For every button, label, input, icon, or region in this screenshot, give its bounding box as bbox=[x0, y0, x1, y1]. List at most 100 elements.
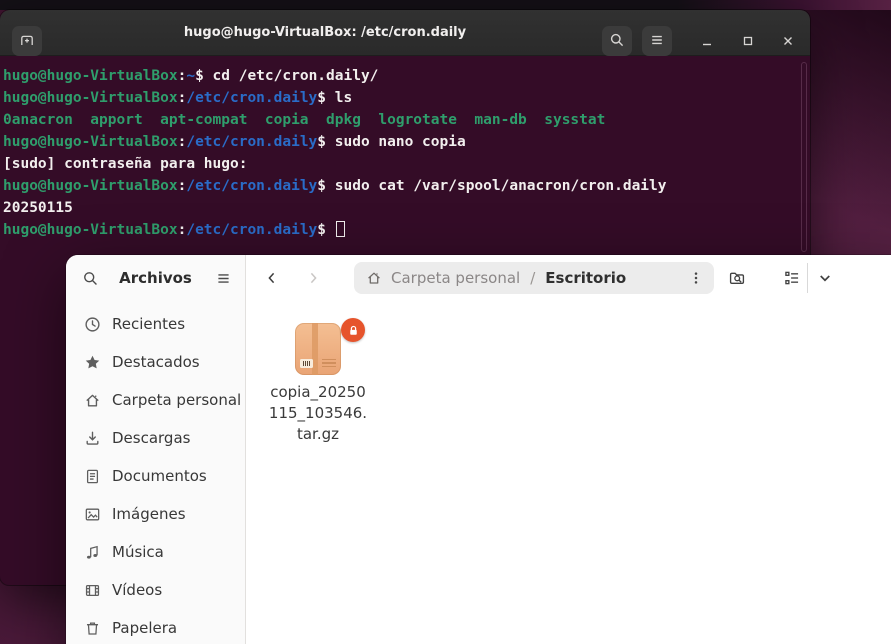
terminal-text-segment: /etc/cron.daily bbox=[186, 178, 318, 194]
new-tab-button[interactable] bbox=[12, 26, 42, 56]
screen-top-edge bbox=[0, 0, 891, 10]
list-view-icon bbox=[785, 271, 799, 285]
file-name-line: tar.gz bbox=[296, 425, 340, 443]
sidebar-item-label: Imágenes bbox=[112, 505, 186, 523]
sidebar-item-label: Documentos bbox=[112, 467, 207, 485]
terminal-titlebar[interactable]: hugo@hugo-VirtualBox: /etc/cron.daily bbox=[0, 10, 810, 56]
terminal-text-segment: hugo@hugo-VirtualBox bbox=[3, 222, 178, 238]
terminal-text-segment: hugo@hugo-VirtualBox bbox=[3, 68, 178, 84]
files-content-area[interactable]: copia_20250 115_103546. tar.gz bbox=[247, 301, 891, 644]
terminal-scrollbar[interactable] bbox=[801, 62, 807, 252]
sidebar-item-descargas[interactable]: Descargas bbox=[66, 419, 245, 457]
archive-barcode bbox=[300, 359, 313, 368]
lock-emblem-icon bbox=[341, 318, 365, 342]
terminal-menu-button[interactable] bbox=[642, 26, 672, 56]
file-name-line: 115_103546. bbox=[268, 404, 368, 422]
sidebar-item-label: Música bbox=[112, 543, 164, 561]
terminal-line: hugo@hugo-VirtualBox:/etc/cron.daily$ ls bbox=[3, 87, 808, 109]
new-tab-icon bbox=[19, 32, 35, 51]
terminal-search-button[interactable] bbox=[602, 26, 632, 56]
back-button[interactable] bbox=[262, 268, 282, 288]
terminal-maximize-button[interactable] bbox=[738, 31, 758, 51]
trash-icon bbox=[84, 620, 101, 637]
files-menu-button[interactable] bbox=[213, 268, 233, 288]
terminal-text-segment: $ sudo nano copia bbox=[317, 134, 466, 150]
sidebar-item-papelera[interactable]: Papelera bbox=[66, 609, 245, 644]
terminal-line: hugo@hugo-VirtualBox:/etc/cron.daily$ su… bbox=[3, 131, 808, 153]
search-current-folder-button[interactable] bbox=[727, 268, 747, 288]
sidebar-item-label: Papelera bbox=[112, 619, 178, 637]
sidebar-item-m-sica[interactable]: Música bbox=[66, 533, 245, 571]
downloads-icon bbox=[84, 430, 101, 447]
sidebar-item-label: Carpeta personal bbox=[112, 391, 242, 409]
sidebar-item-label: Descargas bbox=[112, 429, 191, 447]
sidebar-item-label: Recientes bbox=[112, 315, 186, 333]
terminal-line: hugo@hugo-VirtualBox:/etc/cron.daily$ bbox=[3, 219, 808, 241]
terminal-text-segment: [sudo] contraseña para hugo: bbox=[3, 156, 248, 172]
home-icon bbox=[84, 392, 101, 409]
sidebar-list: Recientes Destacados Carpeta personal Desca… bbox=[66, 305, 245, 644]
chevron-down-icon bbox=[820, 275, 830, 282]
documents-icon bbox=[84, 468, 101, 485]
file-manager-window: Archivos Recientes Destacados Carpeta pers… bbox=[66, 255, 891, 644]
folder-search-icon bbox=[729, 272, 745, 284]
terminal-text-segment: $ ls bbox=[317, 90, 353, 106]
sidebar-item-destacados[interactable]: Destacados bbox=[66, 343, 245, 381]
search-icon bbox=[609, 32, 625, 51]
file-item[interactable]: copia_20250 115_103546. tar.gz bbox=[263, 313, 373, 445]
terminal-text-segment: hugo@hugo-VirtualBox bbox=[3, 178, 178, 194]
home-icon bbox=[366, 270, 382, 286]
terminal-text-segment: 0anacron apport apt-compat copia dpkg lo… bbox=[3, 112, 606, 128]
sidebar-item-label: Destacados bbox=[112, 353, 200, 371]
terminal-text-segment: 20250115 bbox=[3, 200, 73, 216]
sidebar-item-documentos[interactable]: Documentos bbox=[66, 457, 245, 495]
file-name-label[interactable]: copia_20250 115_103546. tar.gz bbox=[263, 382, 373, 445]
terminal-window-title: hugo@hugo-VirtualBox: /etc/cron.daily bbox=[183, 25, 467, 40]
sidebar-item-carpeta-personal[interactable]: Carpeta personal bbox=[66, 381, 245, 419]
terminal-text-segment: $ bbox=[317, 222, 335, 238]
files-headerbar: Carpeta personal / Escritorio bbox=[247, 255, 891, 301]
chevron-left-icon bbox=[268, 272, 275, 284]
terminal-text-segment: $ cd /etc/cron.daily/ bbox=[195, 68, 379, 84]
files-sidebar-header: Archivos bbox=[66, 255, 245, 301]
view-options-dropdown[interactable] bbox=[815, 268, 835, 288]
images-icon bbox=[84, 506, 101, 523]
star-icon bbox=[84, 354, 101, 371]
chevron-right-icon bbox=[310, 272, 317, 284]
terminal-text-segment: /etc/cron.daily bbox=[186, 90, 318, 106]
terminal-text-segment: hugo@hugo-VirtualBox bbox=[3, 134, 178, 150]
terminal-text-segment: $ sudo cat /var/spool/anacron/cron.daily bbox=[317, 178, 667, 194]
archive-tape-stripe bbox=[312, 323, 318, 375]
sidebar-item-v-deos[interactable]: Vídeos bbox=[66, 571, 245, 609]
terminal-close-button[interactable] bbox=[778, 31, 798, 51]
breadcrumb-parent[interactable]: Carpeta personal bbox=[391, 269, 520, 287]
breadcrumb-current[interactable]: Escritorio bbox=[545, 269, 626, 287]
terminal-cursor bbox=[335, 221, 345, 237]
recent-icon bbox=[84, 316, 101, 333]
terminal-text-segment: hugo@hugo-VirtualBox bbox=[3, 90, 178, 106]
desktop: hugo@hugo-VirtualBox: /etc/cron.daily hu… bbox=[0, 0, 891, 644]
terminal-line: [sudo] contraseña para hugo: bbox=[3, 153, 808, 175]
terminal-line: hugo@hugo-VirtualBox:~$ cd /etc/cron.dai… bbox=[3, 65, 808, 87]
breadcrumb-separator: / bbox=[530, 269, 536, 287]
terminal-text-segment: /etc/cron.daily bbox=[186, 222, 318, 238]
breadcrumb[interactable]: Carpeta personal / Escritorio bbox=[354, 262, 714, 294]
kebab-menu-icon[interactable] bbox=[688, 270, 704, 286]
terminal-minimize-button[interactable] bbox=[697, 31, 717, 51]
terminal-line: hugo@hugo-VirtualBox:/etc/cron.daily$ su… bbox=[3, 175, 808, 197]
sidebar-item-im-genes[interactable]: Imágenes bbox=[66, 495, 245, 533]
sidebar-item-label: Vídeos bbox=[112, 581, 163, 599]
terminal-line: 0anacron apport apt-compat copia dpkg lo… bbox=[3, 109, 808, 131]
files-sidebar: Archivos Recientes Destacados Carpeta pers… bbox=[66, 255, 246, 644]
hamburger-menu-icon bbox=[649, 32, 665, 51]
music-icon bbox=[84, 544, 101, 561]
view-mode-button[interactable] bbox=[782, 268, 802, 288]
hamburger-menu-icon bbox=[217, 273, 229, 283]
terminal-line: 20250115 bbox=[3, 197, 808, 219]
sidebar-item-recientes[interactable]: Recientes bbox=[66, 305, 245, 343]
file-name-line: copia_20250 bbox=[270, 383, 366, 401]
archive-label-lines bbox=[322, 357, 336, 367]
videos-icon bbox=[84, 582, 101, 599]
archive-file-icon bbox=[295, 323, 341, 375]
forward-button[interactable] bbox=[303, 268, 323, 288]
